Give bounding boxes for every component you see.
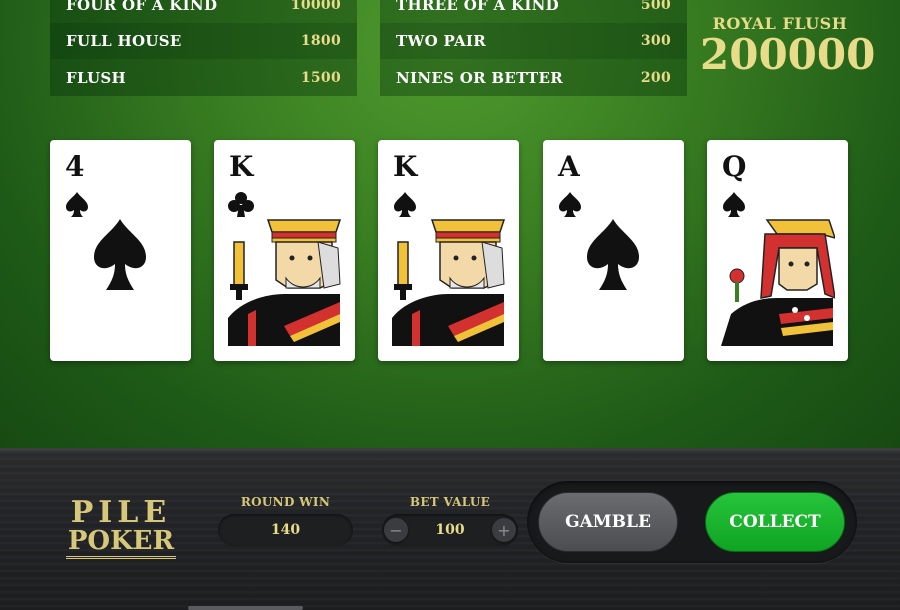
- card-rank: K: [229, 150, 254, 183]
- playing-card-5[interactable]: Q: [707, 140, 848, 361]
- paytable-hand: THREE OF A KIND: [396, 0, 559, 14]
- paytable-hand: FOUR OF A KIND: [66, 0, 218, 14]
- paytable-row: FOUR OF A KIND 10000: [50, 0, 357, 23]
- paytable-value: 200: [640, 70, 671, 86]
- queen-portrait-icon: [721, 218, 835, 346]
- king-portrait-icon: [392, 218, 506, 346]
- paytable-value: 10000: [290, 0, 341, 13]
- paytable-left: FOUR OF A KIND 10000 FULL HOUSE 1800 FLU…: [50, 0, 357, 96]
- paytable-hand: FULL HOUSE: [66, 32, 182, 50]
- paytable-hand: FLUSH: [66, 69, 126, 87]
- collect-button[interactable]: COLLECT: [705, 492, 845, 552]
- paytable-value: 1800: [300, 33, 341, 49]
- royal-flush-jackpot: ROYAL FLUSH 200000: [700, 14, 876, 79]
- playing-card-3[interactable]: K: [378, 140, 519, 361]
- scrollbar-thumb[interactable]: [188, 606, 303, 610]
- bet-value-amount: 100: [435, 522, 465, 538]
- gamble-button[interactable]: GAMBLE: [538, 492, 678, 552]
- paytable-row: THREE OF A KIND 500: [380, 0, 687, 23]
- royal-flush-amount: 200000: [700, 30, 876, 79]
- paytable-value: 300: [640, 33, 671, 49]
- paytable-hand: NINES OR BETTER: [396, 69, 563, 87]
- playing-card-2[interactable]: K: [214, 140, 355, 361]
- king-portrait-icon: [228, 218, 342, 346]
- spade-icon: [94, 219, 146, 290]
- spade-icon: [587, 219, 639, 290]
- paytable-row: FLUSH 1500: [50, 60, 357, 96]
- club-icon: [228, 192, 254, 217]
- round-win-value: 140: [218, 514, 353, 546]
- bet-decrease-button[interactable]: −: [384, 518, 408, 542]
- bet-increase-button[interactable]: +: [492, 518, 516, 542]
- card-rank: A: [558, 150, 580, 183]
- logo-line-1: PILE: [70, 495, 172, 530]
- card-rank: Q: [722, 150, 747, 183]
- spade-icon: [723, 192, 745, 217]
- paytable-value: 1500: [300, 70, 341, 86]
- card-rank: K: [393, 150, 418, 183]
- paytable-row: NINES OR BETTER 200: [380, 60, 687, 96]
- paytable-row: TWO PAIR 300: [380, 23, 687, 59]
- paytable-row: FULL HOUSE 1800: [50, 23, 357, 59]
- spade-icon: [66, 192, 88, 217]
- playing-card-1[interactable]: 4: [50, 140, 191, 361]
- paytable-hand: TWO PAIR: [396, 32, 487, 50]
- paytable-value: 500: [640, 0, 671, 13]
- round-win-label: ROUND WIN: [240, 495, 331, 509]
- bet-value-label: BET VALUE: [409, 495, 491, 509]
- logo-line-2: POKER: [66, 528, 176, 559]
- spade-icon: [559, 192, 581, 217]
- paytable-right: THREE OF A KIND 500 TWO PAIR 300 NINES O…: [380, 0, 687, 96]
- spade-icon: [394, 192, 416, 217]
- playing-card-4[interactable]: A: [543, 140, 684, 361]
- poker-table-felt: FOUR OF A KIND 10000 FULL HOUSE 1800 FLU…: [0, 0, 900, 448]
- card-rank: 4: [65, 150, 85, 183]
- pile-poker-logo: PILE POKER: [66, 498, 176, 559]
